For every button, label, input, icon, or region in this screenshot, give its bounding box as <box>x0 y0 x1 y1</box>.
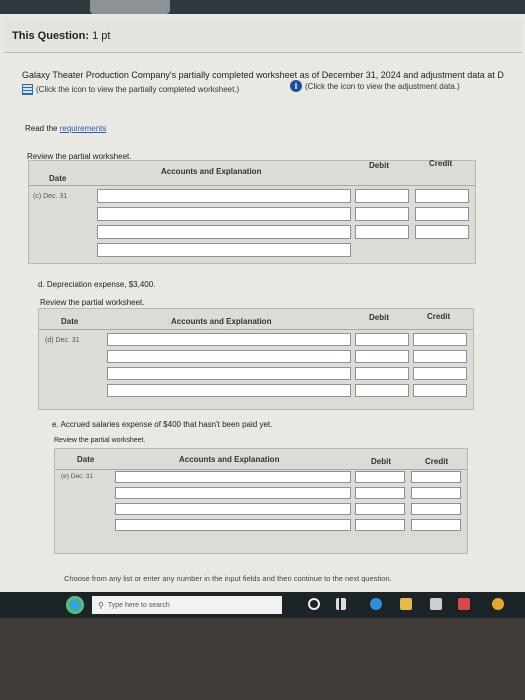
review-e: Review the partial worksheet. <box>54 437 146 444</box>
debit-input[interactable] <box>355 225 409 239</box>
account-select[interactable] <box>107 384 351 397</box>
date-header: Date <box>49 174 67 183</box>
debit-input[interactable] <box>355 503 405 515</box>
account-select[interactable] <box>115 503 351 515</box>
question-title: This Question: 1 pt <box>12 30 111 42</box>
credit-input[interactable] <box>413 333 467 346</box>
prompt-d: d. Depreciation expense, $3,400. <box>38 280 156 289</box>
info-icon[interactable]: i <box>290 80 302 92</box>
credit-input[interactable] <box>413 384 467 397</box>
accounts-header: Accounts and Explanation <box>179 455 280 464</box>
worksheet-grid-icon[interactable] <box>22 84 33 95</box>
account-select[interactable] <box>115 487 351 499</box>
read-requirements: Read the requirements <box>25 124 107 133</box>
credit-input[interactable] <box>413 367 467 380</box>
account-select[interactable] <box>97 207 351 221</box>
requirements-link[interactable]: requirements <box>60 124 107 133</box>
account-select[interactable] <box>115 519 351 531</box>
taskbar-search[interactable]: ⚲ Type here to search <box>92 596 282 614</box>
accounts-header: Accounts and Explanation <box>171 317 272 326</box>
journal-table-c: Date Accounts and Explanation Debit Cred… <box>28 159 476 264</box>
account-select[interactable] <box>97 189 351 203</box>
debit-input[interactable] <box>355 350 409 363</box>
account-select[interactable] <box>97 243 351 257</box>
header-divider <box>55 469 467 470</box>
cortana-icon[interactable] <box>308 598 320 610</box>
debit-header: Debit <box>369 313 389 322</box>
account-select[interactable] <box>97 225 351 239</box>
screen: This Question: 1 pt Galaxy Theater Produ… <box>0 14 525 594</box>
debit-header: Debit <box>371 457 391 466</box>
journal-table-d: Date Accounts and Explanation Debit Cred… <box>38 308 474 410</box>
date-header: Date <box>61 317 79 326</box>
account-select[interactable] <box>107 367 351 380</box>
chrome-icon[interactable] <box>492 598 504 610</box>
journal-table-e: Date Accounts and Explanation Debit Cred… <box>54 448 468 554</box>
debit-input[interactable] <box>355 471 405 483</box>
date-cell: (d) Dec. 31 <box>45 337 80 344</box>
credit-header: Credit <box>429 159 453 168</box>
credit-header: Credit <box>427 312 451 321</box>
account-select[interactable] <box>107 333 351 346</box>
intro-text: Galaxy Theater Production Company's part… <box>22 70 504 80</box>
debit-input[interactable] <box>355 367 409 380</box>
edge-browser-icon[interactable] <box>370 598 382 610</box>
date-cell: (e) Dec. 31 <box>61 473 94 480</box>
media-app-icon[interactable] <box>458 598 470 610</box>
credit-input[interactable] <box>411 519 461 531</box>
header-divider <box>39 329 473 330</box>
question-header: This Question: 1 pt <box>4 18 522 53</box>
debit-input[interactable] <box>355 384 409 397</box>
credit-input[interactable] <box>411 487 461 499</box>
debit-input[interactable] <box>355 207 409 221</box>
search-placeholder: Type here to search <box>107 601 170 609</box>
review-d: Review the partial worksheet. <box>40 298 145 307</box>
credit-input[interactable] <box>415 207 469 221</box>
store-icon[interactable] <box>430 598 442 610</box>
credit-input[interactable] <box>415 189 469 203</box>
task-view-icon[interactable] <box>336 598 346 610</box>
worksheet-link[interactable]: (Click the icon to view the partially co… <box>22 84 239 95</box>
adjustment-link[interactable]: i (Click the icon to view the adjustment… <box>290 80 460 92</box>
debit-input[interactable] <box>355 189 409 203</box>
prompt-e: e. Accrued salaries expense of $400 that… <box>52 420 273 429</box>
credit-input[interactable] <box>411 471 461 483</box>
credit-input[interactable] <box>415 225 469 239</box>
credit-input[interactable] <box>413 350 467 363</box>
header-divider <box>29 185 475 186</box>
accounts-header: Accounts and Explanation <box>161 167 262 176</box>
instructions-note: Choose from any list or enter any number… <box>64 574 392 583</box>
credit-input[interactable] <box>411 503 461 515</box>
debit-header: Debit <box>369 161 389 170</box>
credit-header: Credit <box>425 457 449 466</box>
site-logo <box>90 0 170 14</box>
debit-input[interactable] <box>355 333 409 346</box>
question-points: 1 pt <box>92 30 111 42</box>
date-header: Date <box>77 455 95 464</box>
account-select[interactable] <box>107 350 351 363</box>
account-select[interactable] <box>115 471 351 483</box>
date-cell: (c) Dec. 31 <box>33 193 68 200</box>
debit-input[interactable] <box>355 519 405 531</box>
start-button-icon[interactable] <box>66 596 84 614</box>
file-explorer-icon[interactable] <box>400 598 412 610</box>
debit-input[interactable] <box>355 487 405 499</box>
search-icon: ⚲ <box>98 600 104 610</box>
monitor-bezel <box>0 618 525 700</box>
